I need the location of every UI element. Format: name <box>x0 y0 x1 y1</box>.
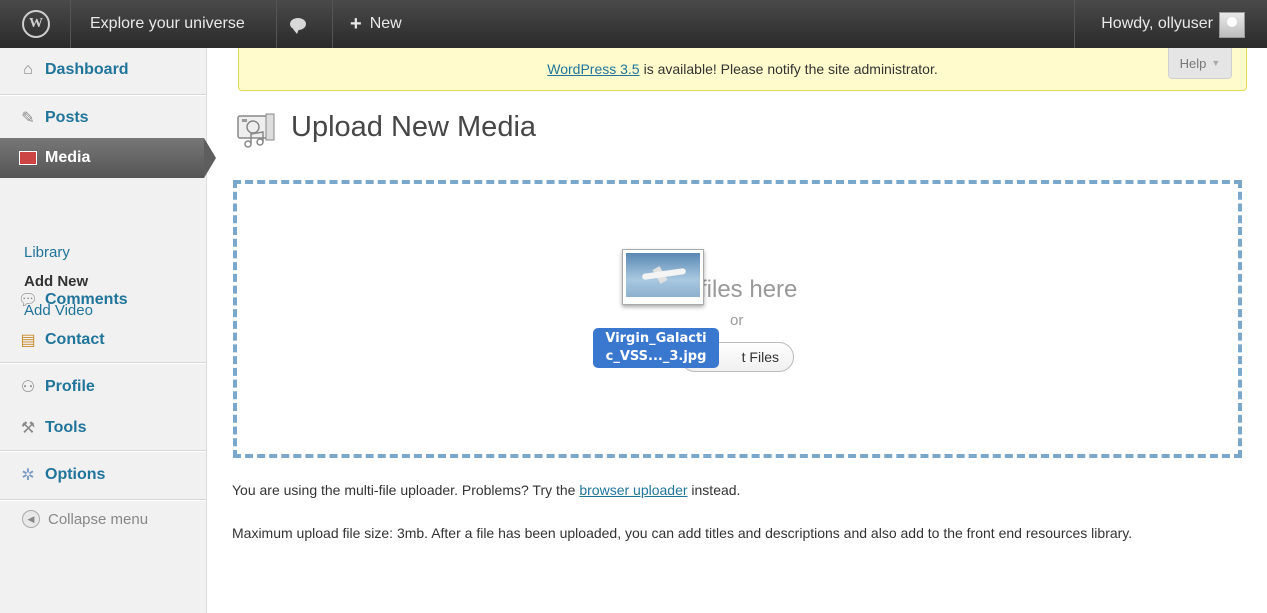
drop-files-text: files here <box>700 276 798 303</box>
divider <box>1074 0 1075 48</box>
comments-bubble-icon[interactable] <box>290 0 314 48</box>
browser-uploader-link[interactable]: browser uploader <box>579 482 687 498</box>
divider <box>0 94 206 95</box>
divider <box>0 362 206 363</box>
collapse-label: Collapse menu <box>48 510 149 528</box>
dragged-image-thumbnail[interactable] <box>622 249 704 305</box>
comment-icon: 💬︎ <box>17 292 39 309</box>
spaceship-image <box>626 253 700 297</box>
menu-label: Media <box>45 149 91 166</box>
menu-item-posts[interactable]: ✎ Posts <box>0 98 206 138</box>
update-notice: WordPress 3.5 is available! Please notif… <box>238 48 1247 91</box>
submenu-item-library[interactable]: Library <box>24 238 93 267</box>
divider <box>0 450 206 451</box>
menu-item-options[interactable]: ✲ Options <box>0 455 206 495</box>
menu-item-comments[interactable]: 💬︎ Comments <box>0 280 206 320</box>
tools-icon: ⚒ <box>20 420 36 437</box>
collapse-arrow-icon: ◀ <box>22 510 40 528</box>
help-tab-button[interactable]: Help ▼ <box>1168 48 1232 79</box>
admin-bar: W Explore your universe + New Howdy, oll… <box>0 0 1267 48</box>
menu-item-tools[interactable]: ⚒ Tools <box>0 408 206 448</box>
howdy-user-link[interactable]: Howdy, ollyuser <box>1101 0 1213 48</box>
contact-icon: ▤ <box>20 332 36 349</box>
new-content-button[interactable]: + New <box>350 0 402 48</box>
file-name-line: Virgin_Galacti <box>605 331 707 346</box>
update-link[interactable]: WordPress 3.5 <box>547 61 639 77</box>
menu-label: Options <box>45 466 106 483</box>
uploader-info-text: You are using the multi-file uploader. P… <box>232 482 576 498</box>
site-name-link[interactable]: Explore your universe <box>90 0 245 48</box>
uploader-info: You are using the multi-file uploader. P… <box>232 482 740 498</box>
menu-label: Profile <box>45 378 95 395</box>
divider <box>332 0 333 48</box>
max-upload-info: Maximum upload file size: 3mb. After a f… <box>232 525 1133 541</box>
users-icon: ⚇ <box>20 379 36 396</box>
chevron-down-icon: ▼ <box>1211 58 1221 68</box>
menu-label: Contact <box>45 331 105 348</box>
divider <box>70 0 71 48</box>
menu-item-profile[interactable]: ⚇ Profile <box>0 367 206 407</box>
media-upload-icon <box>237 113 275 148</box>
plus-icon: + <box>350 12 362 35</box>
or-text: or <box>730 312 744 329</box>
help-label: Help <box>1179 55 1207 71</box>
menu-label: Posts <box>45 109 89 126</box>
menu-label: Comments <box>45 291 128 308</box>
new-content-label: New <box>369 15 402 32</box>
divider <box>276 0 277 48</box>
avatar[interactable] <box>1219 12 1245 38</box>
menu-item-contact[interactable]: ▤ Contact <box>0 320 206 360</box>
update-notice-text: is available! Please notify the site adm… <box>643 61 938 77</box>
menu-label: Dashboard <box>45 61 129 78</box>
divider <box>0 499 206 500</box>
media-icon <box>17 147 39 169</box>
collapse-menu-button[interactable]: ◀ Collapse menu <box>22 510 148 528</box>
menu-item-media[interactable]: Media <box>0 138 216 178</box>
dragged-file-name: Virgin_Galacti c_VSS..._3.jpg <box>593 328 719 368</box>
home-icon: ⌂ <box>23 61 33 78</box>
menu-item-dashboard[interactable]: ⌂ Dashboard <box>0 50 206 90</box>
menu-label: Tools <box>45 419 87 436</box>
pin-icon: ✎ <box>21 110 35 127</box>
page-title: Upload New Media <box>291 111 537 143</box>
file-name-line: c_VSS..._3.jpg <box>605 349 707 364</box>
wordpress-logo-icon[interactable]: W <box>22 0 58 48</box>
admin-sidebar: ⌂ Dashboard ✎ Posts Media Library Add Ne… <box>0 48 216 613</box>
uploader-info-text: instead. <box>691 482 741 498</box>
options-icon: ✲ <box>21 467 35 484</box>
